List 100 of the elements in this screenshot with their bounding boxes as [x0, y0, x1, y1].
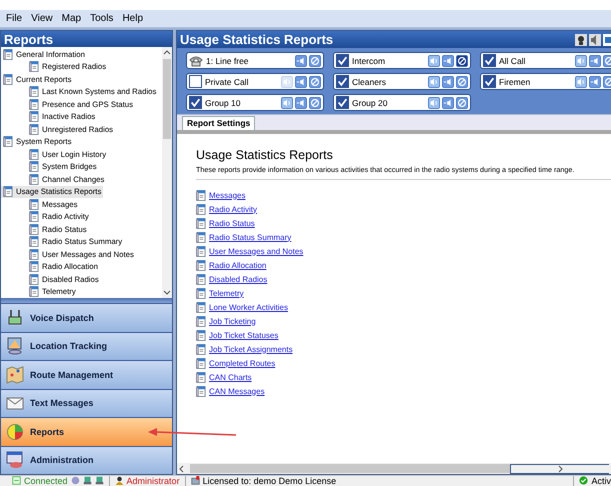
scrollbar[interactable] — [162, 47, 172, 298]
mute-icon[interactable] — [295, 54, 307, 66]
report-link[interactable]: Lone Worker Activities — [209, 302, 288, 312]
microphone-icon[interactable] — [575, 34, 587, 46]
block-icon[interactable] — [309, 76, 321, 88]
panel-title: Reports — [1, 31, 172, 48]
report-icon — [29, 248, 39, 260]
menu-item[interactable]: File — [6, 13, 22, 24]
report-link[interactable]: Job Ticket Assignments — [209, 344, 293, 354]
radio-icon — [6, 308, 24, 327]
nav-button[interactable]: Text Messages — [1, 388, 172, 417]
report-link[interactable]: Messages — [209, 190, 246, 200]
nav-button[interactable]: Voice Dispatch — [1, 303, 172, 332]
report-icon — [29, 174, 39, 185]
channel-label: Intercom — [352, 56, 386, 66]
menu-item[interactable]: Help — [122, 13, 144, 24]
speaker-icon[interactable] — [428, 96, 440, 108]
checkbox[interactable] — [336, 75, 349, 88]
report-link[interactable]: User Messages and Notes — [209, 246, 304, 256]
report-link[interactable]: Radio Allocation — [209, 260, 266, 270]
block-icon[interactable] — [309, 54, 321, 66]
channel-control[interactable]: 1: Line free — [186, 52, 324, 69]
report-icon — [29, 261, 39, 272]
mute-icon[interactable] — [442, 76, 454, 88]
block-icon[interactable] — [309, 96, 321, 108]
window-icon — [6, 451, 24, 470]
channel-control[interactable]: Group 20 — [333, 94, 471, 111]
splitter-handle[interactable] — [1, 298, 172, 303]
channel-control[interactable]: Private Call — [186, 73, 324, 90]
connection-status: Connected — [24, 476, 68, 486]
user-icon — [114, 476, 124, 485]
channel-label: Firemen — [499, 76, 532, 86]
checkbox[interactable] — [336, 54, 349, 67]
speaker-icon[interactable] — [428, 76, 440, 88]
report-link[interactable]: Completed Routes — [209, 358, 276, 368]
checkbox[interactable] — [336, 96, 349, 109]
report-icon — [196, 190, 206, 200]
menu-item[interactable]: View — [31, 13, 53, 24]
report-icon — [29, 224, 39, 235]
pie-chart-icon — [6, 422, 24, 441]
report-heading: Usage Statistics Reports — [196, 148, 334, 162]
activity-status: Activ — [591, 476, 611, 486]
channel-control[interactable]: Firemen — [480, 73, 611, 90]
report-link[interactable]: Radio Status Summary — [209, 232, 292, 242]
checkbox[interactable] — [483, 54, 496, 67]
checkbox[interactable] — [189, 75, 202, 88]
channel-control[interactable]: All Call — [480, 52, 611, 69]
channel-label: Group 20 — [352, 98, 388, 108]
nav-button[interactable]: Administration — [1, 446, 172, 474]
mute-icon[interactable] — [442, 54, 454, 66]
speaker-icon[interactable] — [575, 76, 587, 88]
report-icon — [196, 344, 206, 354]
folded-map-icon — [6, 366, 24, 384]
block-icon[interactable] — [456, 76, 468, 88]
report-icon — [29, 98, 39, 110]
channel-label: Cleaners — [352, 76, 388, 86]
checkbox[interactable] — [189, 96, 202, 109]
right-arrow-icon[interactable] — [510, 464, 609, 474]
checkbox[interactable] — [483, 75, 496, 88]
monitor-icon[interactable] — [603, 34, 611, 46]
mute-icon[interactable] — [589, 76, 601, 88]
report-icon — [196, 316, 206, 326]
channel-control[interactable]: Cleaners — [333, 73, 471, 90]
speaker-icon[interactable] — [428, 54, 440, 66]
channel-control[interactable]: Intercom — [333, 52, 471, 69]
report-link[interactable]: CAN Messages — [209, 386, 265, 396]
report-icon — [29, 211, 39, 222]
mute-icon[interactable] — [295, 96, 307, 108]
scrollbar[interactable] — [177, 463, 611, 474]
report-link[interactable]: CAN Charts — [209, 372, 252, 382]
nav-button[interactable]: Route Management — [1, 360, 172, 388]
computer-icon — [82, 476, 92, 485]
channel-label: Group 10 — [205, 98, 242, 108]
mute-icon[interactable] — [442, 96, 454, 108]
block-icon[interactable] — [456, 54, 468, 66]
report-icon — [196, 372, 206, 382]
mute-icon[interactable] — [589, 54, 601, 66]
report-icon — [196, 246, 206, 256]
speaker-icon[interactable] — [589, 34, 601, 46]
report-icon — [196, 386, 206, 396]
menu-item[interactable]: Tools — [90, 13, 114, 24]
report-link[interactable]: Telemetry — [209, 288, 244, 298]
channel-control[interactable]: Group 10 — [186, 94, 324, 111]
report-link[interactable]: Job Ticket Statuses — [209, 330, 278, 340]
menu-item[interactable]: Map — [62, 13, 82, 24]
nav-button[interactable]: Location Tracking — [1, 332, 172, 360]
mute-icon[interactable] — [295, 76, 307, 88]
tab[interactable]: Report Settings — [182, 116, 256, 130]
report-icon — [196, 358, 206, 368]
report-link[interactable]: Job Ticketing — [209, 316, 256, 326]
report-link[interactable]: Radio Status — [209, 218, 255, 228]
report-link[interactable]: Disabled Radios — [209, 274, 268, 284]
report-link[interactable]: Radio Activity — [209, 204, 258, 214]
block-icon[interactable] — [456, 96, 468, 108]
network-icon — [70, 476, 80, 485]
speaker-icon[interactable] — [281, 96, 293, 108]
panel-title: Usage Statistics Reports — [180, 32, 334, 47]
channel-label: All Call — [499, 56, 526, 66]
nav-button[interactable]: Reports — [1, 417, 172, 446]
speaker-icon[interactable] — [575, 54, 587, 66]
